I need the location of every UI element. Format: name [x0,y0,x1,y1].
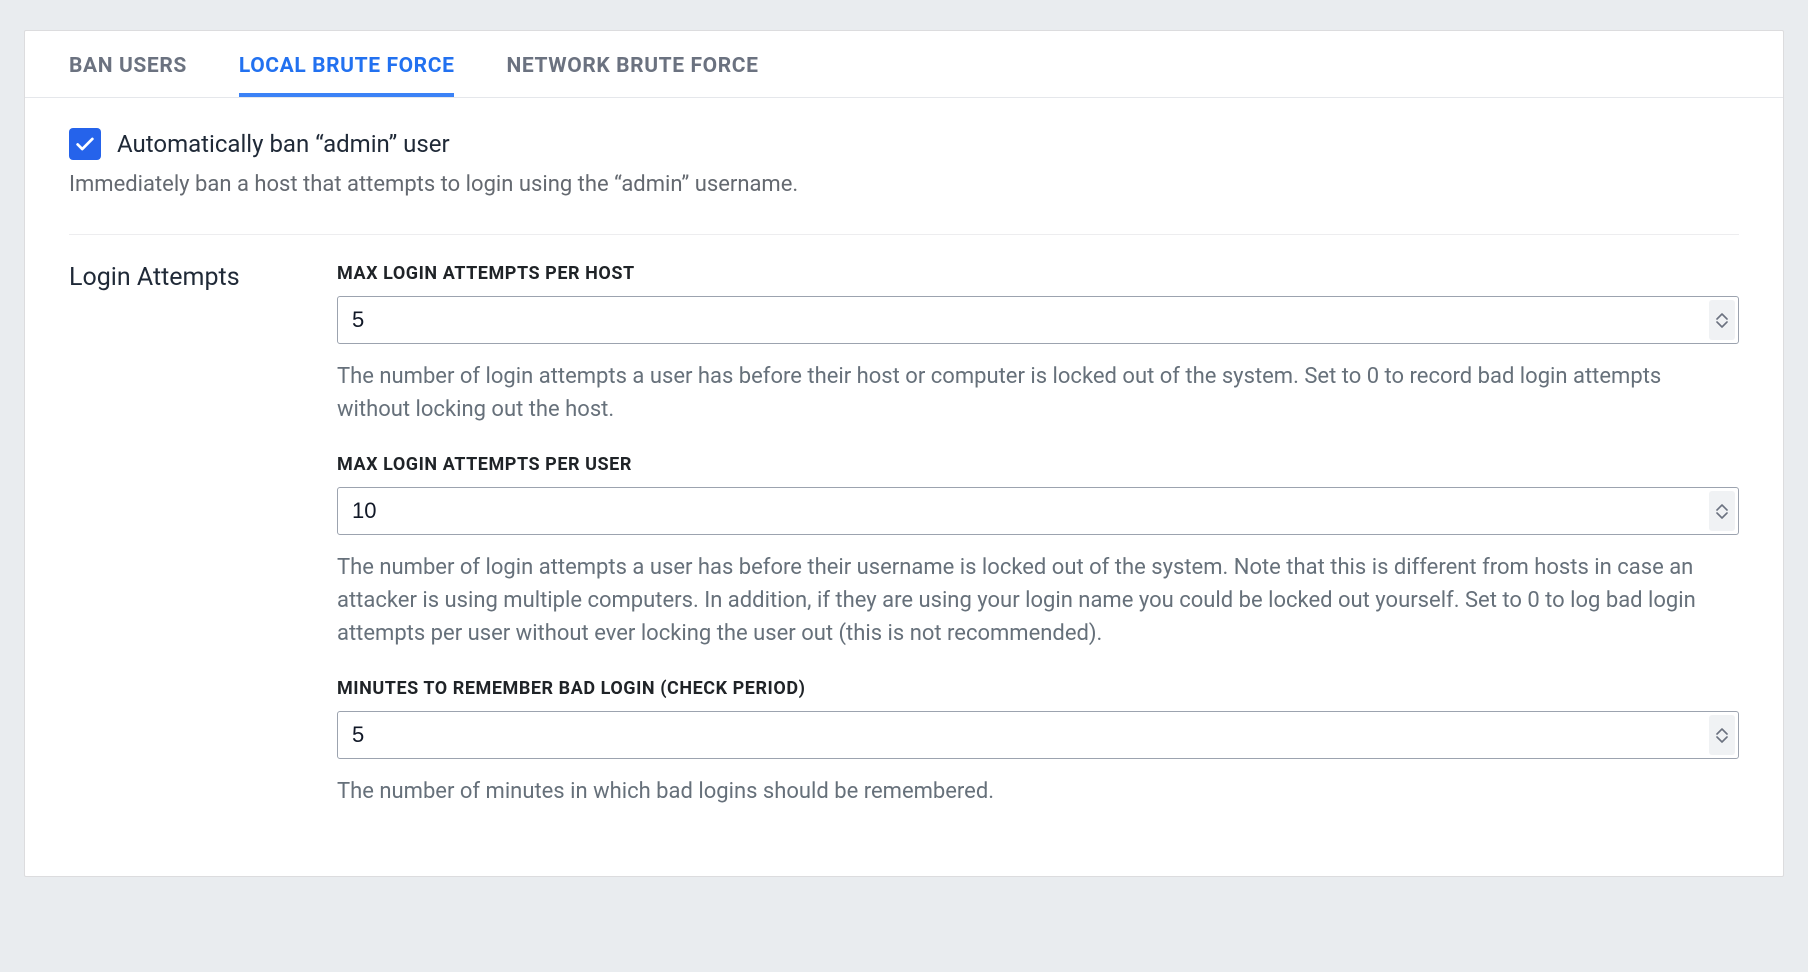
chevron-up-icon [1716,504,1728,511]
field-minutes-remember: MINUTES TO REMEMBER BAD LOGIN (CHECK PER… [337,678,1739,808]
max-per-host-stepper[interactable] [1709,300,1735,340]
chevron-up-icon [1716,313,1728,320]
max-per-user-help: The number of login attempts a user has … [337,551,1739,650]
auto-ban-label: Automatically ban “admin” user [117,130,450,158]
fields-column: MAX LOGIN ATTEMPTS PER HOST The number o… [337,263,1739,836]
auto-ban-help: Immediately ban a host that attempts to … [69,168,1739,202]
max-per-user-label: MAX LOGIN ATTEMPTS PER USER [337,454,1739,475]
max-per-user-input-wrap [337,487,1739,535]
divider [69,234,1739,235]
login-attempts-section: Login Attempts MAX LOGIN ATTEMPTS PER HO… [69,263,1739,836]
section-title: Login Attempts [69,263,337,292]
tab-ban-users[interactable]: BAN USERS [69,31,187,97]
max-per-user-stepper[interactable] [1709,491,1735,531]
chevron-down-icon [1716,512,1728,519]
max-per-host-help: The number of login attempts a user has … [337,360,1739,426]
chevron-down-icon [1716,321,1728,328]
minutes-remember-input[interactable] [337,711,1739,759]
minutes-remember-help: The number of minutes in which bad login… [337,775,1739,808]
field-max-per-user: MAX LOGIN ATTEMPTS PER USER The number o… [337,454,1739,650]
auto-ban-row: Automatically ban “admin” user [69,128,1739,160]
max-per-host-label: MAX LOGIN ATTEMPTS PER HOST [337,263,1739,284]
minutes-remember-stepper[interactable] [1709,715,1735,755]
tabs-bar: BAN USERS LOCAL BRUTE FORCE NETWORK BRUT… [25,31,1783,98]
check-icon [74,133,96,155]
field-max-per-host: MAX LOGIN ATTEMPTS PER HOST The number o… [337,263,1739,426]
max-per-host-input-wrap [337,296,1739,344]
minutes-remember-label: MINUTES TO REMEMBER BAD LOGIN (CHECK PER… [337,678,1739,699]
chevron-up-icon [1716,728,1728,735]
minutes-remember-input-wrap [337,711,1739,759]
chevron-down-icon [1716,736,1728,743]
max-per-host-input[interactable] [337,296,1739,344]
tab-network-brute-force[interactable]: NETWORK BRUTE FORCE [506,31,758,97]
max-per-user-input[interactable] [337,487,1739,535]
tab-local-brute-force[interactable]: LOCAL BRUTE FORCE [239,31,455,97]
auto-ban-checkbox[interactable] [69,128,101,160]
settings-card: BAN USERS LOCAL BRUTE FORCE NETWORK BRUT… [24,30,1784,877]
tab-content: Automatically ban “admin” user Immediate… [25,98,1783,876]
